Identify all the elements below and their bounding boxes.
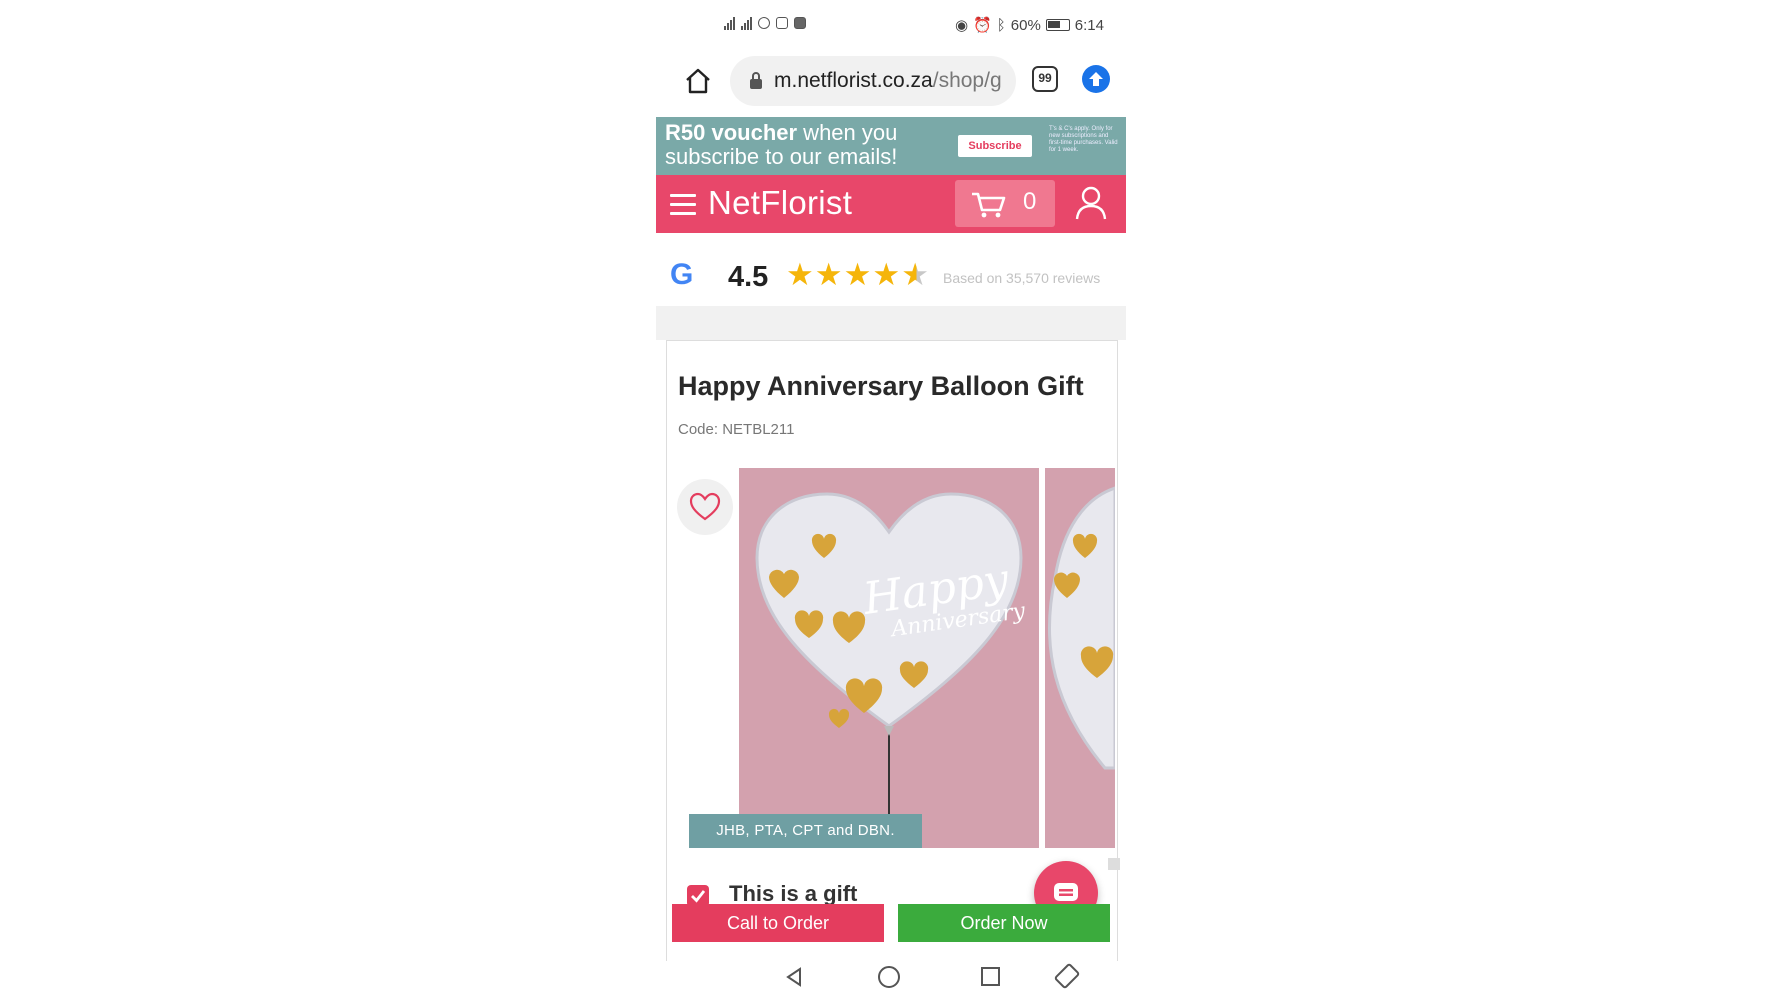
close-chat-icon[interactable] — [1108, 858, 1120, 870]
app-notification-icon — [794, 17, 806, 29]
netflorist-logo[interactable]: NetFlorist — [708, 184, 852, 222]
delivery-areas-badge: JHB, PTA, CPT and DBN. — [689, 814, 922, 848]
alarm-icon: ⏰ — [973, 17, 992, 34]
google-icon: G — [670, 258, 694, 291]
star-icon: ★ — [843, 257, 872, 292]
cart-icon — [972, 192, 1006, 218]
url-text: m.netflorist.co.za/shop/g — [774, 69, 1002, 93]
google-reviews-bar[interactable]: G 4.5 ★ ★ ★ ★ ★ Based on 35,570 reviews — [656, 250, 1126, 306]
site-header: NetFlorist 0 — [656, 175, 1126, 233]
half-star-icon: ★ — [901, 257, 929, 292]
signal-icon — [724, 16, 735, 30]
product-image[interactable]: Happy Anniversary — [739, 468, 1039, 848]
subscribe-button[interactable]: Subscribe — [958, 135, 1032, 157]
heart-icon — [689, 492, 721, 521]
rating-value: 4.5 — [728, 261, 769, 293]
bluetooth-icon: ᛒ — [996, 16, 1006, 34]
order-now-button[interactable]: Order Now — [898, 904, 1110, 942]
promo-headline-rest: when you — [797, 120, 898, 145]
sync-icon — [758, 17, 770, 29]
url-domain: m.netflorist.co.za — [774, 69, 933, 92]
nav-home-icon[interactable] — [878, 966, 900, 988]
url-path: /shop/g — [932, 69, 1002, 92]
promo-headline: R50 voucher when you — [665, 121, 897, 145]
product-image-next[interactable] — [1045, 468, 1115, 848]
rating-stars: ★ ★ ★ ★ ★ — [786, 257, 929, 292]
address-bar[interactable]: m.netflorist.co.za/shop/g — [730, 56, 1016, 106]
lock-icon — [750, 72, 762, 89]
back-icon[interactable] — [783, 966, 805, 988]
browser-toolbar: m.netflorist.co.za/shop/g 99 — [656, 54, 1126, 110]
status-bar: ◉ ⏰ ᛒ 60% 6:14 — [656, 14, 1126, 40]
promo-terms: T's & C's apply. Only for new subscripti… — [1049, 126, 1118, 153]
user-icon[interactable] — [1074, 185, 1108, 221]
cart-button[interactable]: 0 — [955, 180, 1055, 227]
star-icon: ★ — [872, 257, 901, 292]
eye-icon: ◉ — [954, 17, 969, 34]
clock: 6:14 — [1074, 16, 1104, 34]
chat-icon — [1054, 883, 1078, 901]
star-icon: ★ — [786, 257, 814, 292]
home-icon[interactable] — [683, 66, 713, 96]
product-title: Happy Anniversary Balloon Gift — [678, 371, 1084, 401]
status-icons-left — [724, 16, 806, 30]
system-nav-bar — [656, 958, 1126, 1000]
upload-icon[interactable] — [1082, 65, 1110, 93]
promo-subline: subscribe to our emails! — [665, 144, 898, 169]
rotate-icon[interactable] — [1054, 963, 1080, 989]
promo-headline-bold: R50 voucher — [665, 120, 798, 145]
promo-banner[interactable]: R50 voucher when you subscribe to our em… — [656, 117, 1126, 175]
section-divider — [656, 306, 1126, 340]
cart-count: 0 — [1023, 188, 1037, 215]
phone-screen: ◉ ⏰ ᛒ 60% 6:14 m.netflorist.co.za/shop/g… — [656, 0, 1126, 1000]
wishlist-button[interactable] — [677, 479, 733, 535]
reviews-count: Based on 35,570 reviews — [943, 270, 1101, 286]
battery-percent: 60% — [1010, 16, 1041, 34]
menu-icon[interactable] — [670, 194, 696, 216]
instagram-icon — [776, 17, 788, 29]
signal-2-icon — [741, 16, 752, 30]
balloon-image-partial — [1047, 486, 1115, 770]
status-icons-right: ◉ ⏰ ᛒ 60% 6:14 — [954, 16, 1104, 35]
call-to-order-button[interactable]: Call to Order — [672, 904, 884, 942]
recent-apps-icon[interactable] — [981, 967, 1000, 986]
balloon-image — [755, 492, 1023, 848]
tabs-icon[interactable]: 99 — [1032, 66, 1058, 92]
star-icon: ★ — [814, 257, 843, 292]
battery-icon — [1045, 19, 1070, 31]
product-code: Code: NETBL211 — [678, 421, 795, 438]
